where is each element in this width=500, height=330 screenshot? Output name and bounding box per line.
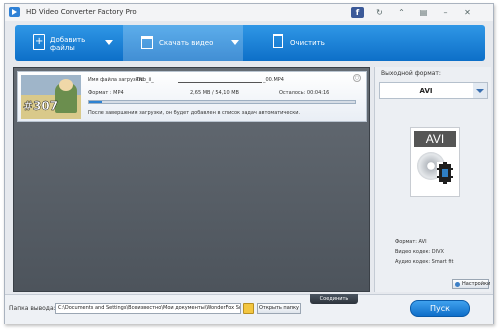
film-icon [437,162,453,184]
task-list: #307 Имя файла загрузки: TNb_ii_ _00.MP4… [13,67,370,292]
chevron-down-icon[interactable] [473,83,487,98]
download-icon [141,36,153,49]
download-video-label: Скачать видео [159,39,214,47]
add-files-label-line2: файлы [50,44,75,52]
selected-format: AVI [419,87,433,95]
refresh-icon[interactable]: ↻ [373,7,386,18]
format-label: Формат : MP4 [88,90,124,96]
progress-fill [89,101,103,103]
add-files-button[interactable]: Добавить файлы [23,25,115,61]
download-task-item[interactable]: #307 Имя файла загрузки: TNb_ii_ _00.MP4… [17,71,367,122]
bottom-bar: Папка вывода: C:\Documents and Settings\… [5,294,493,324]
format-info: Формат: AVI [395,239,427,245]
close-icon[interactable]: ✕ [461,7,474,18]
avi-format-icon: AVI [410,127,460,197]
add-files-dropdown-icon[interactable] [105,40,113,45]
clear-button[interactable]: Очистить [253,25,343,61]
settings-button[interactable]: Настройки [452,279,490,289]
app-title: HD Video Converter Factory Pro [26,8,137,16]
video-thumbnail: #307 [21,75,81,119]
app-window: HD Video Converter Factory Pro f ↻ ⌃ ▤ –… [4,3,494,324]
trash-icon [273,34,283,48]
browse-folder-icon[interactable] [243,303,254,314]
download-progress-bar [88,100,356,104]
run-button[interactable]: Пуск [410,300,470,317]
app-logo-icon [9,7,20,17]
minimize-icon[interactable]: – [439,7,452,18]
title-bar: HD Video Converter Factory Pro f ↻ ⌃ ▤ –… [5,4,493,21]
output-format-title: Выходной формат: [381,70,441,77]
download-video-button[interactable]: Скачать видео [123,25,243,61]
video-codec-info: Видео кодек: DIVX [395,249,444,255]
output-path-field[interactable]: C:\Documents and Settings\Всеизвестно\Мо… [55,303,241,314]
facebook-icon[interactable]: f [351,7,364,18]
remove-task-icon[interactable]: ○ [353,74,361,82]
clear-label: Очистить [290,39,325,47]
thumbnail-number: #307 [23,99,59,113]
add-files-label-line1: Добавить [50,36,86,44]
merge-button[interactable]: Соединить [310,294,358,304]
update-icon[interactable]: ⌃ [395,7,408,18]
download-size: 2,65 MB / 54,10 MB [190,90,239,96]
open-folder-button[interactable]: Открыть папку [257,303,301,314]
file-name-value: TNb_ii_ [136,77,154,83]
download-note: После завершения загрузки, он будет доба… [88,110,301,116]
output-format-panel: Выходной формат: AVI AVI Формат: AVI Вид… [374,67,491,292]
main-toolbar: Добавить файлы Скачать видео Очистить [15,25,485,61]
add-file-icon [33,34,45,50]
output-folder-label: Папка вывода: [9,305,56,312]
audio-codec-info: Аудио кодек: Smart fit [395,259,454,265]
time-remaining: Осталось: 00:04:16 [279,90,330,96]
file-extension: _00.MP4 [263,77,284,83]
avi-icon-label: AVI [414,131,456,147]
output-format-select[interactable]: AVI [379,82,488,99]
download-dropdown-icon[interactable] [231,40,239,45]
menu-icon[interactable]: ▤ [417,7,430,18]
